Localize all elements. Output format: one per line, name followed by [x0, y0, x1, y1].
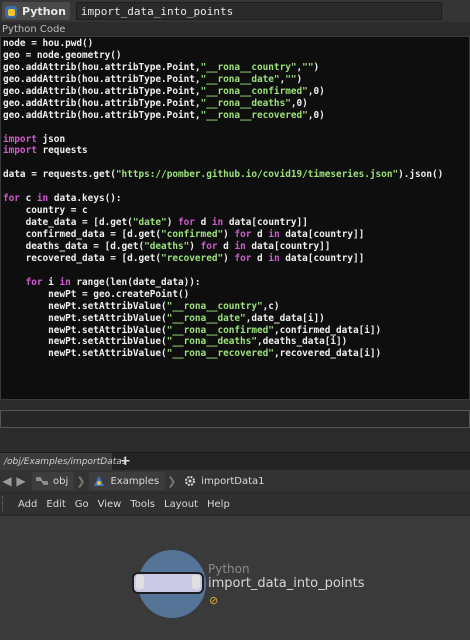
node-type-label: Python — [22, 4, 66, 18]
code-line[interactable]: geo = node.geometry() — [3, 50, 467, 62]
gear-node-icon — [183, 474, 197, 488]
breadcrumb-obj[interactable]: obj — [32, 472, 75, 490]
code-line[interactable]: newPt.setAttribValue("__rona__country",c… — [3, 301, 467, 313]
code-line[interactable]: country = c — [3, 205, 467, 217]
code-line[interactable]: geo.addAttrib(hou.attribType.Point,"__ro… — [3, 74, 467, 86]
network-tab-bar: /obj/Examples/importData1 + — [0, 452, 470, 470]
code-line[interactable] — [3, 122, 467, 134]
code-line[interactable]: date_data = [d.get("date") for d in data… — [3, 217, 467, 229]
menu-add[interactable]: Add — [18, 499, 37, 510]
code-line[interactable] — [3, 265, 467, 277]
forward-arrow-icon[interactable]: ▶ — [14, 474, 28, 488]
code-line[interactable]: node = hou.pwd() — [3, 38, 467, 50]
breadcrumb-examples[interactable]: Examples — [89, 472, 166, 490]
parameter-header: Python import_data_into_points — [0, 0, 470, 22]
breadcrumb-separator-icon: ❯ — [167, 474, 177, 488]
menu-layout[interactable]: Layout — [164, 499, 198, 510]
breadcrumb-separator-icon: ❯ — [76, 474, 86, 488]
python-code-label: Python Code — [2, 24, 66, 35]
code-line[interactable]: data = requests.get("https://pomber.gith… — [3, 169, 467, 181]
code-line[interactable]: for i in range(len(date_data)): — [3, 277, 467, 289]
breadcrumb-label: importData1 — [201, 475, 265, 487]
code-line[interactable]: recovered_data = [d.get("recovered") for… — [3, 253, 467, 265]
menu-view[interactable]: View — [98, 499, 122, 510]
warning-icon: ⊘ — [209, 594, 219, 607]
code-line[interactable]: newPt.setAttribValue("__rona__deaths",de… — [3, 336, 467, 348]
node-type-text: Python — [208, 562, 250, 576]
network-tab[interactable]: /obj/Examples/importData1 — [0, 453, 127, 470]
python-logo-icon — [4, 4, 18, 18]
code-line[interactable]: for c in data.keys(): — [3, 193, 467, 205]
network-menu-bar: Add Edit Go View Tools Layout Help — [0, 494, 470, 514]
code-text[interactable]: node = hou.pwd() geo = node.geometry() geo… — [1, 37, 469, 361]
node-type-badge[interactable]: Python — [2, 2, 70, 20]
display-flag[interactable] — [192, 575, 200, 589]
bypass-flag[interactable] — [136, 575, 144, 589]
code-line[interactable]: geo.addAttrib(hou.attribType.Point,"__ro… — [3, 110, 467, 122]
obj-network-icon — [35, 474, 49, 488]
code-line[interactable]: deaths_data = [d.get("deaths") for d in … — [3, 241, 467, 253]
node-name-text[interactable]: import_data_into_points — [208, 576, 365, 591]
code-line[interactable]: geo.addAttrib(hou.attribType.Point,"__ro… — [3, 98, 467, 110]
code-line[interactable]: import requests — [3, 145, 467, 157]
pane-divider — [0, 428, 470, 450]
code-line[interactable]: newPt = geo.createPoint() — [3, 289, 467, 301]
code-line[interactable] — [3, 181, 467, 193]
toolbar-grip-icon[interactable] — [2, 496, 9, 512]
code-line[interactable]: newPt.setAttribValue("__rona__confirmed"… — [3, 325, 467, 337]
add-tab-button[interactable]: + — [120, 454, 131, 469]
code-line[interactable]: newPt.setAttribValue("__rona__recovered"… — [3, 348, 467, 360]
code-line[interactable]: geo.addAttrib(hou.attribType.Point,"__ro… — [3, 86, 467, 98]
menu-help[interactable]: Help — [207, 499, 230, 510]
breadcrumb-label: obj — [53, 475, 69, 487]
code-line[interactable]: import json — [3, 134, 467, 146]
python-code-editor[interactable]: node = hou.pwd() geo = node.geometry() geo… — [0, 36, 470, 400]
menu-go[interactable]: Go — [75, 499, 89, 510]
node-name-field[interactable]: import_data_into_points — [75, 2, 442, 20]
code-line[interactable] — [3, 157, 467, 169]
breadcrumb-label: Examples — [110, 475, 160, 487]
breadcrumb-importdata1[interactable]: importData1 — [180, 472, 270, 490]
path-bar: ◀ ▶ obj ❯ Examples ❯ importData1 — [0, 470, 470, 492]
back-arrow-icon[interactable]: ◀ — [0, 474, 14, 488]
secondary-input-field[interactable] — [0, 410, 470, 428]
code-line[interactable]: newPt.setAttribValue("__rona__date",date… — [3, 313, 467, 325]
subnet-icon — [92, 474, 106, 488]
code-line[interactable]: confirmed_data = [d.get("confirmed") for… — [3, 229, 467, 241]
menu-edit[interactable]: Edit — [46, 499, 65, 510]
menu-tools[interactable]: Tools — [130, 499, 155, 510]
code-line[interactable]: geo.addAttrib(hou.attribType.Point,"__ro… — [3, 62, 467, 74]
